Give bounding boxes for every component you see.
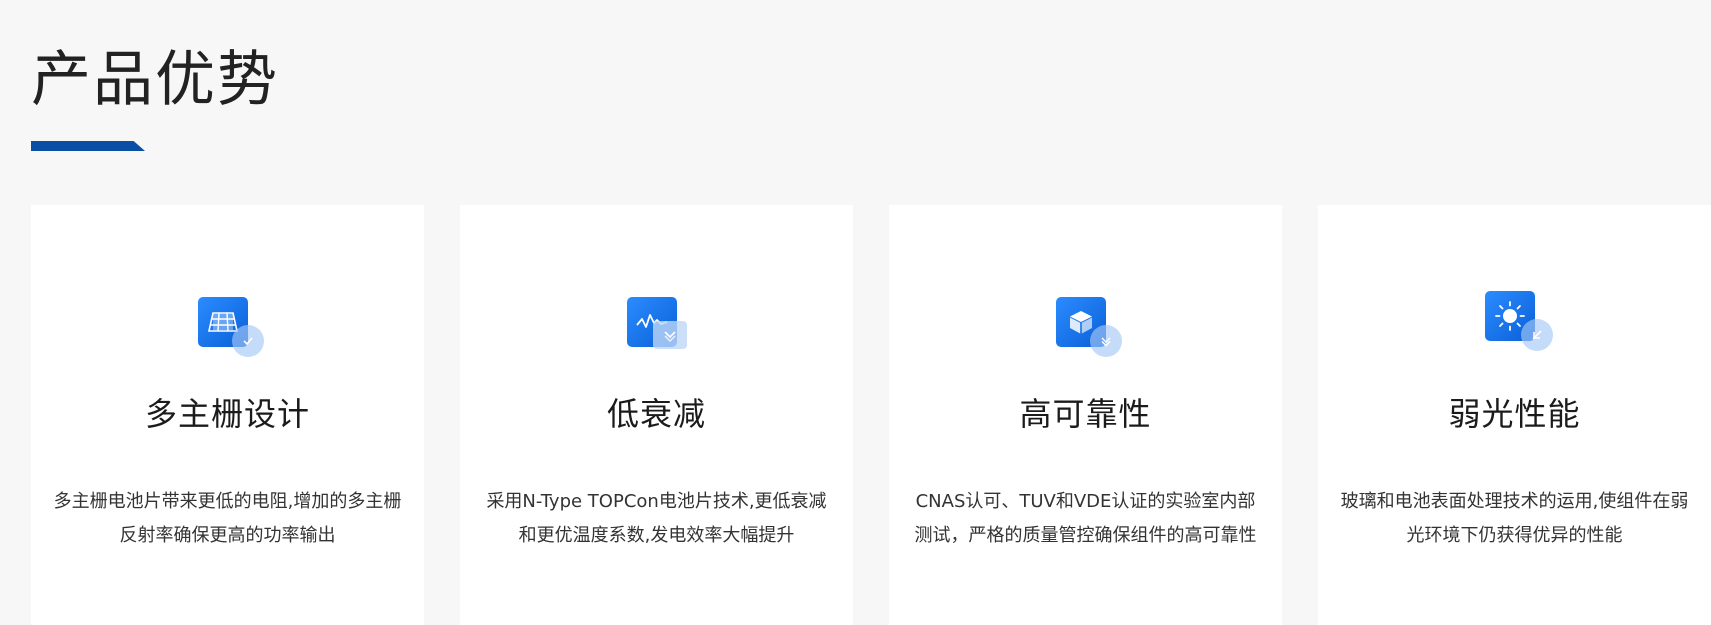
feature-card-high-reliability: 高可靠性 CNAS认可、TUV和VDE认证的实验室内部测试，严格的质量管控确保组… — [889, 205, 1282, 625]
feature-card-low-degradation: 低衰减 采用N-Type TOPCon电池片技术,更低衰减和更优温度系数,发电效… — [460, 205, 853, 625]
card-title: 多主栅设计 — [144, 395, 310, 433]
solar-panel-icon — [192, 285, 264, 357]
card-description: 多主栅电池片带来更低的电阻,增加的多主栅反射率确保更高的功率输出 — [53, 491, 402, 546]
chart-wave-icon — [621, 285, 693, 357]
card-title: 低衰减 — [606, 395, 706, 433]
title-underline — [31, 141, 145, 151]
card-description: CNAS认可、TUV和VDE认证的实验室内部测试，严格的质量管控确保组件的高可靠… — [914, 491, 1257, 546]
card-description: 玻璃和电池表面处理技术的运用,使组件在弱光环境下仍获得优异的性能 — [1340, 491, 1689, 546]
section-title: 产品优势 — [31, 45, 279, 115]
cube-shield-icon — [1050, 285, 1122, 357]
sun-icon — [1479, 285, 1553, 357]
feature-card-low-light: 弱光性能 玻璃和电池表面处理技术的运用,使组件在弱光环境下仍获得优异的性能 — [1318, 205, 1711, 625]
feature-cards: 多主栅设计 多主栅电池片带来更低的电阻,增加的多主栅反射率确保更高的功率输出 低… — [31, 205, 1711, 625]
card-title: 弱光性能 — [1448, 395, 1581, 433]
card-title: 高可靠性 — [1019, 395, 1152, 433]
card-description: 采用N-Type TOPCon电池片技术,更低衰减和更优温度系数,发电效率大幅提… — [486, 491, 827, 546]
feature-card-multi-busbar: 多主栅设计 多主栅电池片带来更低的电阻,增加的多主栅反射率确保更高的功率输出 — [31, 205, 424, 625]
